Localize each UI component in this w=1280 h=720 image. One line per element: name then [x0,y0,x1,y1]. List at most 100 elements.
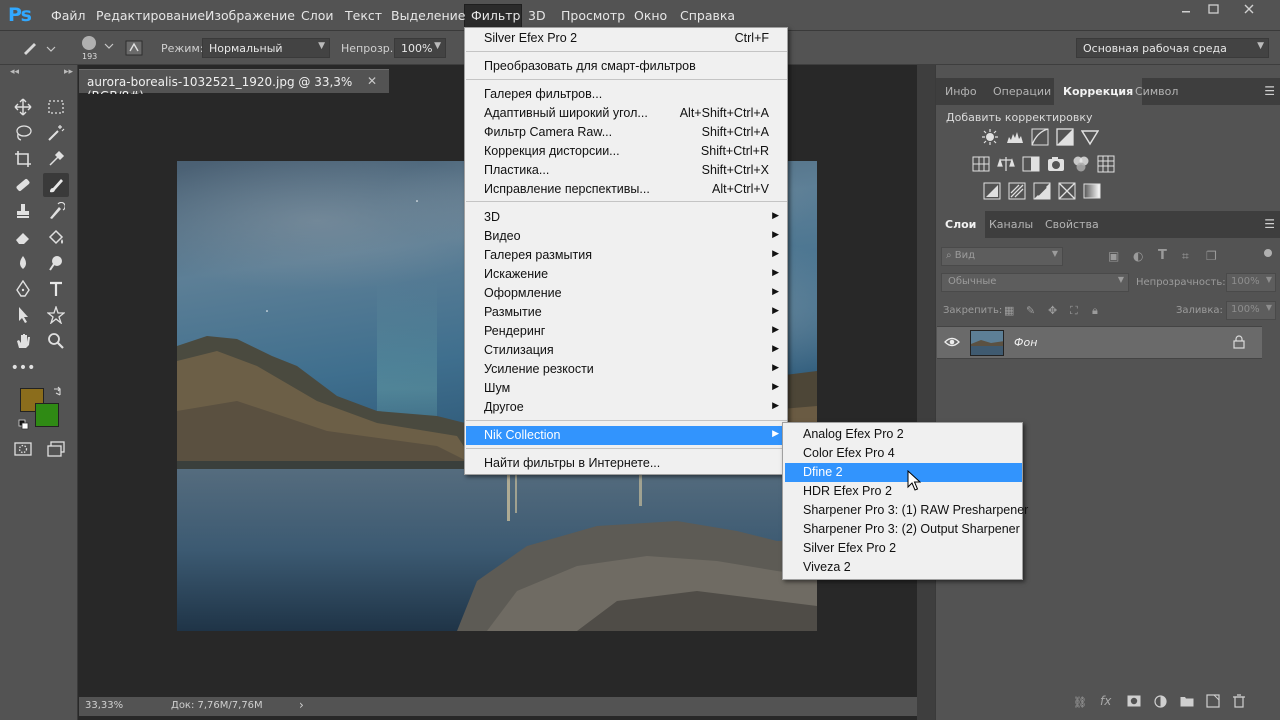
menu-3d[interactable]: 3D [528,8,546,23]
color-balance-icon[interactable] [997,155,1015,173]
more-tools-icon[interactable]: ••• [10,356,36,380]
healing-brush-tool-icon[interactable] [10,173,36,197]
menu-view[interactable]: Просмотр [561,8,625,23]
smart-object-filter-icon[interactable]: ❐ [1206,249,1217,263]
menu-item-browse-online[interactable]: Найти фильтры в Интернете... [466,454,787,473]
nik-menu-item[interactable]: Sharpener Pro 3: (2) Output Sharpener [785,520,1022,539]
menu-file[interactable]: Файл [51,8,86,23]
add-mask-icon[interactable] [1127,695,1141,707]
brush-tool-icon[interactable] [43,173,69,197]
menu-item-submenu[interactable]: Шум ▶ [466,379,787,398]
menu-type[interactable]: Текст [345,8,382,23]
lasso-tool-icon[interactable] [10,121,36,145]
collapse-icon[interactable]: ◂◂ [10,67,19,77]
brush-size-preview[interactable]: 193 [76,35,102,61]
quick-mask-icon[interactable] [10,437,36,461]
lock-pixels-icon[interactable]: ✎ [1026,304,1035,317]
menu-help[interactable]: Справка [680,8,735,23]
layer-filter-dropdown[interactable]: ⌕ Вид ▼ [941,247,1063,266]
screen-mode-icon[interactable] [43,437,69,461]
posterize-icon[interactable] [1008,182,1026,200]
hand-tool-icon[interactable] [10,329,36,353]
menu-window[interactable]: Окно [634,8,667,23]
tab-actions[interactable]: Операции [984,78,1060,105]
paint-bucket-tool-icon[interactable] [43,225,69,249]
close-tab-icon[interactable]: ✕ [367,74,377,88]
menu-item-nik-collection[interactable]: Nik Collection ▶ [466,426,787,445]
menu-item-submenu[interactable]: Искажение ▶ [466,265,787,284]
zoom-level[interactable]: 33,33% [85,700,123,711]
invert-icon[interactable] [983,182,1001,200]
nik-menu-item[interactable]: Dfine 2 [785,463,1022,482]
path-selection-tool-icon[interactable] [10,303,36,327]
channel-mixer-icon[interactable] [1072,155,1090,173]
status-menu-arrow[interactable]: › [299,698,304,712]
menu-item-filter[interactable]: Фильтр Camera Raw... Shift+Ctrl+A [466,123,787,142]
background-color-swatch[interactable] [35,403,59,427]
link-layers-icon[interactable]: ⛓ [1073,696,1087,709]
menu-item-filter[interactable]: Адаптивный широкий угол... Alt+Shift+Ctrl… [466,104,787,123]
opacity-field[interactable]: 100% ▼ [394,38,446,58]
filter-toggle[interactable] [1264,249,1272,257]
nik-menu-item[interactable]: Sharpener Pro 3: (1) RAW Presharpener [785,501,1028,520]
blur-tool-icon[interactable] [10,251,36,275]
default-colors-icon[interactable] [18,419,30,431]
marquee-tool-icon[interactable] [43,95,69,119]
menu-select[interactable]: Выделение [391,8,465,23]
magic-wand-tool-icon[interactable] [43,121,69,145]
menu-item-submenu[interactable]: 3D ▶ [466,208,787,227]
layer-row[interactable]: Фон [937,326,1262,359]
menu-filter[interactable]: Фильтр [471,8,520,23]
workspace-dropdown[interactable]: Основная рабочая среда ▼ [1076,38,1269,58]
menu-item-filter[interactable]: Коррекция дисторсии... Shift+Ctrl+R [466,142,787,161]
tab-layers[interactable]: Слои [936,211,986,238]
dodge-tool-icon[interactable] [43,251,69,275]
history-brush-tool-icon[interactable] [43,199,69,223]
lock-artboard-icon[interactable]: ⛶ [1070,304,1078,318]
new-group-icon[interactable] [1180,695,1194,707]
brush-panel-toggle-icon[interactable] [124,39,146,57]
document-tab[interactable]: aurora-borealis-1032521_1920.jpg @ 33,3%… [79,69,389,103]
new-layer-icon[interactable] [1206,694,1220,708]
new-adjustment-layer-icon[interactable] [1154,695,1167,708]
menu-item-filter[interactable]: Исправление перспективы... Alt+Ctrl+V [466,180,787,199]
nik-menu-item[interactable]: Viveza 2 [785,558,1022,577]
levels-icon[interactable] [1006,128,1024,146]
delete-layer-icon[interactable] [1233,694,1245,708]
eyedropper-tool-icon[interactable] [43,147,69,171]
brightness-icon[interactable] [981,128,999,146]
menu-item-submenu[interactable]: Другое ▶ [466,398,787,417]
lock-all-icon[interactable]: 🔒︎ [1092,304,1098,318]
eraser-tool-icon[interactable] [10,225,36,249]
crop-tool-icon[interactable] [10,147,36,171]
layer-opacity-field[interactable]: 100% ▼ [1226,273,1276,292]
swap-colors-icon[interactable] [52,385,64,397]
menu-item-submenu[interactable]: Галерея размытия ▶ [466,246,787,265]
menu-item-filter[interactable]: Пластика... Shift+Ctrl+X [466,161,787,180]
curves-icon[interactable] [1031,128,1049,146]
close-icon[interactable] [1236,1,1264,19]
menu-layers[interactable]: Слои [301,8,334,23]
panel-menu-icon[interactable]: ☰ [1264,217,1275,231]
menu-image[interactable]: Изображение [205,8,295,23]
exposure-icon[interactable] [1056,128,1074,146]
type-tool-icon[interactable] [43,277,69,301]
nik-menu-item[interactable]: HDR Efex Pro 2 [785,482,1022,501]
hue-saturation-icon[interactable] [972,155,990,173]
menu-item-convert-smart[interactable]: Преобразовать для смарт-фильтров [466,57,787,76]
lock-transparent-icon[interactable]: ▦ [1004,304,1014,317]
color-lookup-icon[interactable] [1097,155,1115,173]
menu-item-submenu[interactable]: Оформление ▶ [466,284,787,303]
type-filter-icon[interactable]: T [1158,248,1167,263]
nik-menu-item[interactable]: Analog Efex Pro 2 [785,425,1022,444]
fill-field[interactable]: 100% ▼ [1226,301,1276,320]
black-white-icon[interactable] [1022,155,1040,173]
lock-position-icon[interactable]: ✥ [1048,304,1057,317]
menu-item-submenu[interactable]: Рендеринг ▶ [466,322,787,341]
custom-shape-tool-icon[interactable] [43,303,69,327]
shape-filter-icon[interactable]: ⌗ [1182,249,1189,264]
chevron-down-icon[interactable] [104,43,114,51]
vibrance-icon[interactable] [1081,128,1099,146]
pixel-filter-icon[interactable]: ▣ [1108,249,1119,263]
adjustment-filter-icon[interactable]: ◐ [1133,249,1143,263]
